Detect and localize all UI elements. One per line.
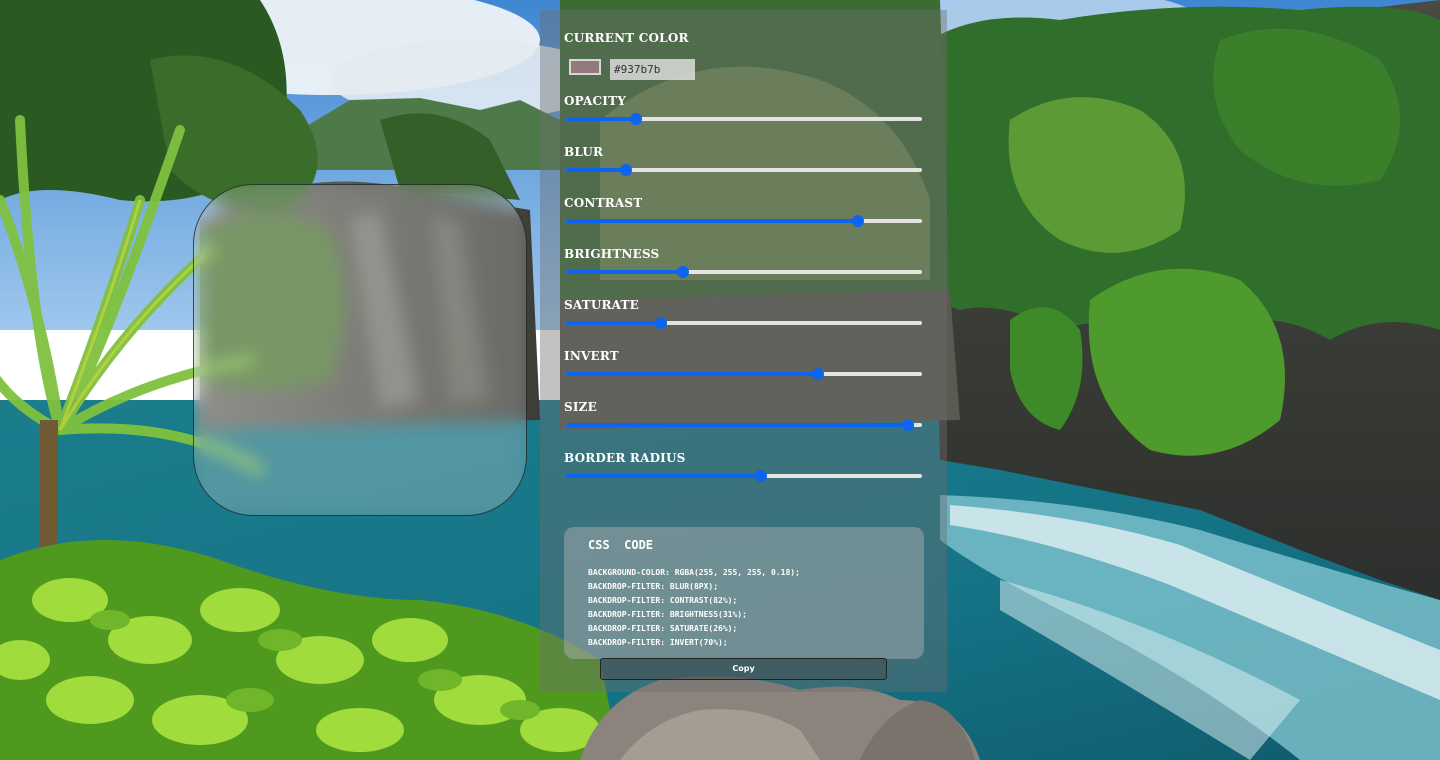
size-slider-fill — [565, 423, 908, 427]
invert-slider-thumb[interactable] — [812, 368, 825, 380]
css-code-title: CSS CODE — [588, 538, 654, 552]
opacity-label: OPACITY — [564, 94, 626, 108]
code-line: BACKDROP-FILTER: SATURATE(26%); — [588, 624, 738, 633]
brightness-slider[interactable] — [565, 265, 922, 279]
invert-slider-fill — [565, 372, 819, 376]
border-radius-label: BORDER RADIUS — [564, 451, 686, 465]
current-color-label: CURRENT COLOR — [564, 31, 689, 45]
saturate-slider[interactable] — [565, 316, 922, 330]
saturate-label: SATURATE — [564, 298, 640, 312]
saturate-slider-fill — [565, 321, 662, 325]
brightness-slider-fill — [565, 270, 683, 274]
code-line: BACKDROP-FILTER: INVERT(70%); — [588, 638, 728, 647]
code-line: BACKDROP-FILTER: BRIGHTNESS(31%); — [588, 610, 747, 619]
contrast-slider-thumb[interactable] — [851, 215, 864, 227]
blur-slider-thumb[interactable] — [619, 164, 632, 176]
opacity-slider-fill — [565, 117, 637, 121]
invert-label: INVERT — [564, 349, 619, 363]
contrast-slider[interactable] — [565, 214, 922, 228]
size-slider[interactable] — [565, 418, 922, 432]
code-line: BACKDROP-FILTER: BLUR(8PX); — [588, 582, 719, 591]
border-radius-slider-fill — [565, 474, 762, 478]
contrast-slider-fill — [565, 219, 858, 223]
opacity-slider[interactable] — [565, 112, 922, 126]
brightness-slider-thumb[interactable] — [676, 266, 689, 278]
size-slider-thumb[interactable] — [901, 419, 914, 431]
color-swatch[interactable] — [569, 59, 601, 75]
copy-button[interactable]: Copy — [600, 658, 887, 680]
brightness-label: BRIGHTNESS — [564, 247, 660, 261]
saturate-slider-thumb[interactable] — [655, 317, 668, 329]
code-line: BACKDROP-FILTER: CONTRAST(82%); — [588, 596, 738, 605]
blur-slider[interactable] — [565, 163, 922, 177]
opacity-slider-thumb[interactable] — [630, 113, 643, 125]
code-line: BACKGROUND-COLOR: RGBA(255, 255, 255, 0.… — [588, 568, 800, 577]
glass-preview-card — [193, 184, 527, 516]
invert-slider[interactable] — [565, 367, 922, 381]
color-hex-input[interactable] — [610, 59, 695, 80]
size-label: SIZE — [564, 400, 597, 414]
border-radius-slider[interactable] — [565, 469, 922, 483]
blur-label: BLUR — [564, 145, 604, 159]
border-radius-slider-thumb[interactable] — [755, 470, 768, 482]
contrast-label: CONTRAST — [564, 196, 643, 210]
blur-slider-fill — [565, 168, 626, 172]
css-code-box: CSS CODE BACKGROUND-COLOR: RGBA(255, 255… — [564, 527, 924, 659]
control-panel: CURRENT COLOR OPACITY BLUR CONTRAST BRIGHTN… — [540, 10, 947, 692]
